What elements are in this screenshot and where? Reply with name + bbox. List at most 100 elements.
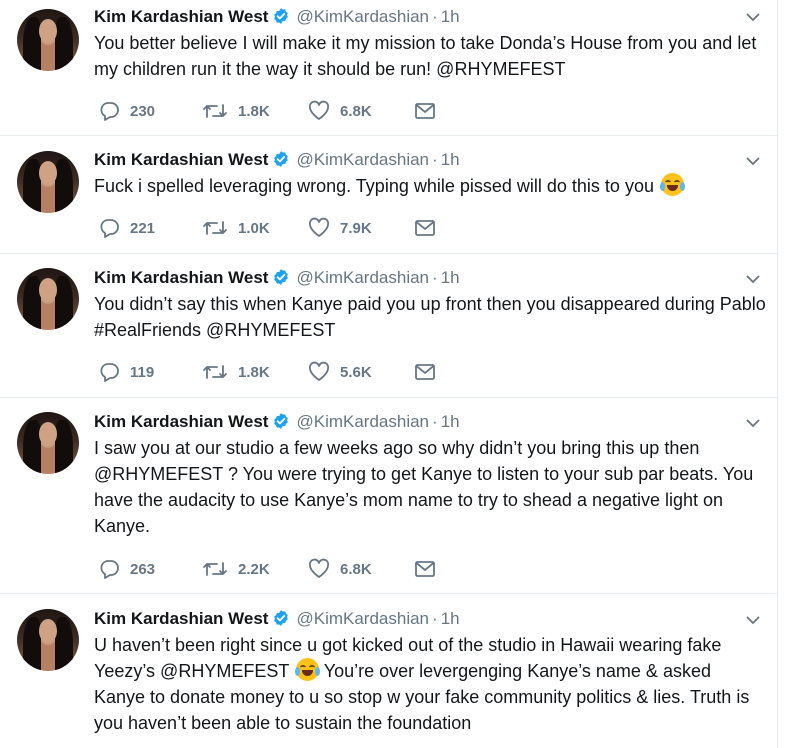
heart-icon — [308, 217, 330, 237]
envelope-icon — [415, 561, 435, 577]
like-button[interactable]: 7.9K — [308, 217, 372, 239]
verified-badge-icon — [272, 150, 290, 174]
tweet-text: U haven’t been right since u got kicked … — [94, 632, 766, 736]
timestamp[interactable]: 1h — [441, 412, 460, 431]
retweet-count: 1.8K — [238, 363, 270, 381]
retweet-button[interactable]: 1.8K — [202, 100, 270, 122]
dm-button[interactable] — [414, 361, 446, 383]
retweet-icon — [203, 221, 227, 235]
heart-icon — [308, 100, 330, 120]
tweet-header: Kim Kardashian West @KimKardashian · 1h — [94, 6, 460, 28]
avatar[interactable] — [17, 412, 79, 474]
tweet-header: Kim Kardashian West @KimKardashian · 1h — [94, 267, 460, 289]
retweet-icon — [203, 365, 227, 379]
retweet-icon — [203, 562, 227, 576]
like-count: 7.9K — [340, 219, 372, 237]
display-name[interactable]: Kim Kardashian West — [94, 7, 268, 26]
like-button[interactable]: 6.8K — [308, 558, 372, 580]
reply-count: 221 — [130, 219, 156, 237]
tweet[interactable]: Kim Kardashian West @KimKardashian · 1h You… — [0, 254, 777, 398]
like-button[interactable]: 6.8K — [308, 100, 372, 122]
dm-button[interactable] — [414, 558, 446, 580]
reply-count: 263 — [130, 560, 156, 578]
display-name[interactable]: Kim Kardashian West — [94, 412, 268, 431]
chevron-down-icon[interactable] — [745, 417, 761, 429]
tweet-text: You didn’t say this when Kanye paid you … — [94, 294, 766, 340]
reply-count: 230 — [130, 102, 156, 120]
timestamp[interactable]: 1h — [441, 150, 460, 169]
reply-button[interactable]: 263 — [98, 558, 155, 580]
avatar[interactable] — [17, 151, 79, 213]
chevron-down-icon[interactable] — [745, 11, 761, 23]
envelope-icon — [415, 220, 435, 236]
retweet-button[interactable]: 1.8K — [202, 361, 270, 383]
tweet-header: Kim Kardashian West @KimKardashian · 1h — [94, 411, 460, 433]
user-handle[interactable]: @KimKardashian — [296, 150, 429, 169]
reply-button[interactable]: 230 — [98, 100, 155, 122]
reply-count: 119 — [130, 363, 155, 381]
face-with-tears-of-joy-icon — [295, 658, 321, 681]
like-count: 6.8K — [340, 102, 372, 120]
timestamp[interactable]: 1h — [441, 268, 460, 287]
reply-button[interactable]: 221 — [98, 217, 155, 239]
tweet-actions: 263 2.2K 6.8K — [94, 558, 474, 580]
retweet-icon — [203, 104, 227, 118]
avatar[interactable] — [17, 268, 79, 330]
tweet[interactable]: Kim Kardashian West @KimKardashian · 1h I s… — [0, 398, 777, 594]
user-handle[interactable]: @KimKardashian — [296, 7, 429, 26]
timestamp[interactable]: 1h — [441, 7, 460, 26]
tweet-text: You better believe I will make it my mis… — [94, 33, 757, 79]
timestamp[interactable]: 1h — [441, 609, 460, 628]
tweet-header: Kim Kardashian West @KimKardashian · 1h — [94, 149, 460, 171]
reply-icon — [100, 102, 119, 121]
separator: · — [432, 609, 438, 628]
like-count: 5.6K — [340, 363, 372, 381]
retweet-count: 1.8K — [238, 102, 270, 120]
display-name[interactable]: Kim Kardashian West — [94, 150, 268, 169]
tweet-text: Fuck i spelled leveraging wrong. Typing … — [94, 173, 766, 199]
tweet[interactable]: Kim Kardashian West @KimKardashian · 1h Fuc… — [0, 136, 777, 254]
heart-icon — [308, 558, 330, 578]
user-handle[interactable]: @KimKardashian — [296, 609, 429, 628]
like-button[interactable]: 5.6K — [308, 361, 372, 383]
dm-button[interactable] — [414, 217, 446, 239]
user-handle[interactable]: @KimKardashian — [296, 268, 429, 287]
retweet-button[interactable]: 2.2K — [202, 558, 270, 580]
envelope-icon — [415, 364, 435, 380]
separator: · — [432, 412, 438, 431]
envelope-icon — [415, 103, 435, 119]
reply-button[interactable]: 119 — [98, 361, 154, 383]
tweet-actions: 230 1.8K 6.8K — [94, 100, 474, 122]
chevron-down-icon[interactable] — [745, 155, 761, 167]
tweet[interactable]: Kim Kardashian West @KimKardashian · 1h U h… — [0, 594, 777, 748]
tweet-text-body: Fuck i spelled leveraging wrong. Typing … — [94, 176, 654, 196]
display-name[interactable]: Kim Kardashian West — [94, 268, 268, 287]
verified-badge-icon — [272, 412, 290, 436]
retweet-count: 1.0K — [238, 219, 270, 237]
separator: · — [432, 268, 438, 287]
retweet-button[interactable]: 1.0K — [202, 217, 270, 239]
reply-icon — [100, 219, 119, 238]
tweet-actions: 221 1.0K 7.9K — [94, 217, 474, 239]
avatar[interactable] — [17, 609, 79, 671]
tweet[interactable]: Kim Kardashian West @KimKardashian · 1h You… — [0, 0, 777, 136]
tweet-header: Kim Kardashian West @KimKardashian · 1h — [94, 608, 460, 630]
tweet-text: I saw you at our studio a few weeks ago … — [94, 438, 754, 536]
verified-badge-icon — [272, 7, 290, 31]
display-name[interactable]: Kim Kardashian West — [94, 609, 268, 628]
user-handle[interactable]: @KimKardashian — [296, 412, 429, 431]
timeline: Kim Kardashian West @KimKardashian · 1h You… — [0, 0, 778, 748]
retweet-count: 2.2K — [238, 560, 270, 578]
like-count: 6.8K — [340, 560, 372, 578]
reply-icon — [100, 560, 119, 579]
heart-icon — [308, 361, 330, 381]
separator: · — [432, 150, 438, 169]
chevron-down-icon[interactable] — [745, 273, 761, 285]
verified-badge-icon — [272, 609, 290, 633]
separator: · — [432, 7, 438, 26]
chevron-down-icon[interactable] — [745, 614, 761, 626]
reply-icon — [100, 363, 119, 382]
dm-button[interactable] — [414, 100, 446, 122]
avatar[interactable] — [17, 9, 79, 71]
verified-badge-icon — [272, 268, 290, 292]
